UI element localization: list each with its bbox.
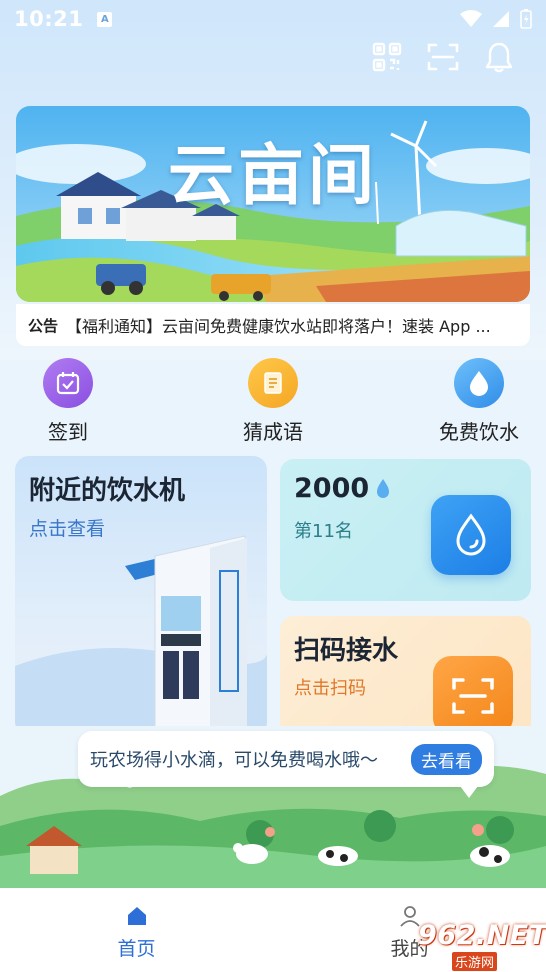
bell-icon[interactable] bbox=[482, 40, 516, 74]
home-icon bbox=[127, 907, 146, 925]
quick-actions: 签到 猜成语 免费饮水 bbox=[0, 352, 546, 448]
watermark-sub: 乐游网 bbox=[452, 952, 498, 971]
tab-home[interactable]: 首页 bbox=[0, 888, 273, 972]
nearby-dispenser-card[interactable]: 附近的饮水机 点击查看 bbox=[15, 456, 267, 736]
header-toolbar bbox=[370, 40, 516, 74]
scan-icon[interactable] bbox=[426, 40, 460, 74]
small-drop-icon bbox=[377, 478, 390, 498]
quick-checkin-label: 签到 bbox=[48, 420, 88, 444]
watermark-text: 962.NET bbox=[418, 920, 546, 951]
scan-frame-icon bbox=[433, 656, 513, 736]
calendar-check-icon bbox=[43, 358, 93, 408]
status-icons bbox=[460, 9, 532, 29]
rank-position: 第11名 bbox=[294, 521, 353, 542]
farm-tip-bubble: 玩农场得小水滴，可以免费喝水哦～ 去看看 bbox=[78, 731, 494, 787]
quick-checkin[interactable]: 签到 bbox=[8, 358, 128, 445]
notification-badge: A bbox=[97, 11, 113, 27]
status-time: 10:21 bbox=[14, 7, 84, 31]
battery-icon bbox=[520, 9, 532, 29]
book-icon bbox=[248, 358, 298, 408]
wifi-icon bbox=[460, 10, 482, 27]
notice-label: 公告 bbox=[28, 316, 59, 335]
water-drop-big-icon bbox=[431, 495, 511, 575]
water-balance-value: 2000 bbox=[294, 473, 370, 504]
quick-idiom-label: 猜成语 bbox=[243, 420, 303, 444]
water-dispenser-illustration bbox=[15, 535, 267, 736]
water-drop-icon bbox=[454, 358, 504, 408]
go-see-button[interactable]: 去看看 bbox=[411, 743, 482, 775]
scan-title: 扫码接水 bbox=[294, 636, 399, 666]
notice-text: 【福利通知】云亩间免费健康饮水站即将落户！速装 App ... bbox=[66, 317, 491, 336]
quick-idiom[interactable]: 猜成语 bbox=[213, 358, 333, 445]
quick-free-water-label: 免费饮水 bbox=[439, 420, 519, 444]
tip-arrow bbox=[460, 786, 478, 798]
banner-title: 云亩间 bbox=[168, 136, 378, 214]
site-watermark: 962.NET 乐游网 bbox=[400, 920, 546, 972]
water-balance: 2000 bbox=[294, 473, 391, 504]
qrcode-icon[interactable] bbox=[370, 40, 404, 74]
scan-subtitle: 点击扫码 bbox=[294, 678, 366, 699]
notice-bar[interactable]: 公告 【福利通知】云亩间免费健康饮水站即将落户！速装 App ... bbox=[16, 304, 530, 346]
water-balance-card[interactable]: 2000 第11名 bbox=[280, 459, 531, 601]
promo-banner[interactable]: 云亩间 bbox=[16, 106, 530, 302]
tab-home-label: 首页 bbox=[117, 938, 156, 960]
signal-icon bbox=[493, 11, 509, 27]
quick-free-water[interactable]: 免费饮水 bbox=[419, 358, 539, 445]
status-bar: 10:21 A bbox=[0, 0, 546, 38]
tip-text: 玩农场得小水滴，可以免费喝水哦～ bbox=[90, 750, 378, 771]
